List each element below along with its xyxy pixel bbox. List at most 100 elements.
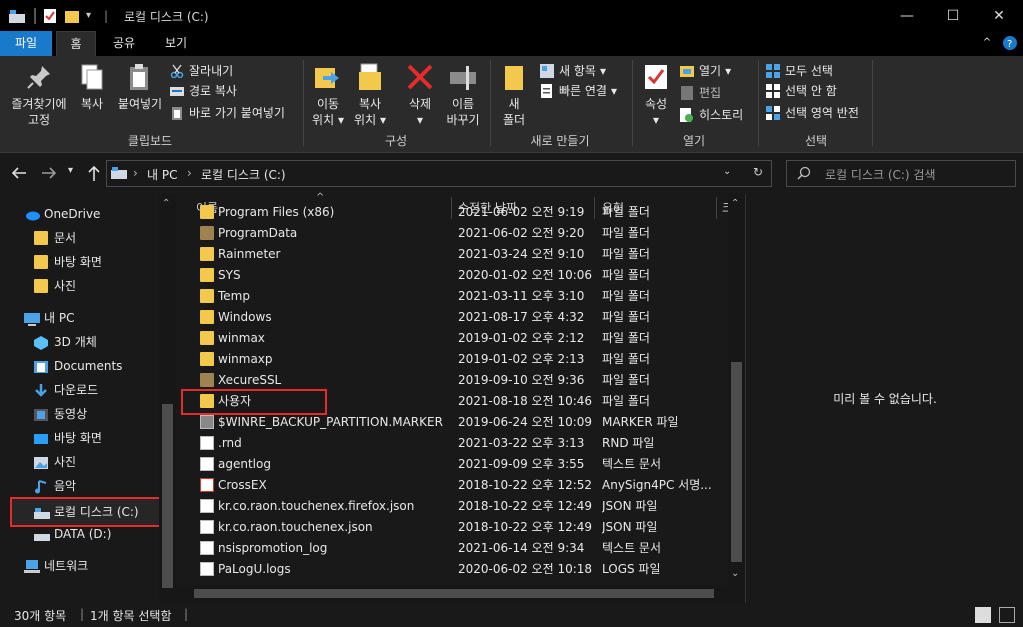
easy-access-button[interactable]: 빠른 연결 ▾: [540, 82, 617, 100]
hscrollbar-thumb[interactable]: [194, 589, 714, 598]
folder-icon: [34, 279, 48, 293]
search-box[interactable]: 로컬 디스크 (C:) 검색: [786, 160, 1016, 187]
address-history-icon[interactable]: ⌄: [723, 166, 731, 177]
forward-arrow-icon[interactable]: [40, 165, 58, 184]
nav-item-network[interactable]: 네트워크: [24, 555, 88, 577]
nav-scrollbar-thumb[interactable]: [162, 404, 173, 588]
table-row[interactable]: kr.co.raon.touchenex.firefox.json 2018-10…: [180, 496, 727, 517]
table-row[interactable]: XecureSSL 2019-09-10 오전 9:36 파일 폴더: [180, 370, 727, 391]
file-date: 2021-06-02 오전 9:20: [458, 226, 585, 240]
new-folder-button[interactable]: 새 폴더: [496, 62, 532, 128]
refresh-icon[interactable]: ↻: [753, 165, 763, 179]
up-arrow-icon[interactable]: [86, 164, 102, 185]
nav-item-onedrive[interactable]: OneDrive: [24, 203, 100, 225]
table-row[interactable]: PaLogU.logs 2020-06-02 오전 10:18 LOGS 파일: [180, 559, 727, 580]
table-row[interactable]: winmaxp 2019-01-02 오후 2:13 파일 폴더: [180, 349, 727, 370]
select-all-button[interactable]: 모두 선택: [766, 62, 833, 80]
properties-quick-icon[interactable]: [42, 8, 58, 24]
breadcrumb-local-disk[interactable]: 로컬 디스크 (C:): [201, 166, 286, 183]
rename-button[interactable]: 이름 바꾸기: [442, 62, 484, 128]
nav-item-data-d[interactable]: DATA (D:): [34, 523, 111, 545]
table-row[interactable]: agentlog 2021-09-09 오후 3:55 텍스트 문서: [180, 454, 727, 475]
table-row[interactable]: Windows 2021-08-17 오후 4:32 파일 폴더: [180, 307, 727, 328]
file-scrollbar-thumb[interactable]: [731, 362, 742, 562]
paste-button[interactable]: 붙여넣기: [114, 62, 166, 112]
table-row[interactable]: $WINRE_BACKUP_PARTITION.MARKER 2019-06-24…: [180, 412, 727, 433]
scroll-up-icon[interactable]: ⌃: [731, 198, 739, 209]
breadcrumb-this-pc[interactable]: 내 PC: [147, 166, 177, 183]
table-row[interactable]: Program Files (x86) 2021-06-02 오전 9:19 파일 …: [180, 202, 727, 223]
file-type: 파일 폴더: [602, 268, 650, 282]
nav-item-pictures-onedrive[interactable]: 사진: [34, 275, 76, 297]
invert-selection-button[interactable]: 선택 영역 반전: [766, 104, 859, 122]
file-list-scrollbar[interactable]: ⌃ ⌄: [728, 194, 745, 585]
file-list-hscrollbar[interactable]: [176, 585, 745, 603]
table-row[interactable]: CrossEX 2018-10-22 오후 12:52 AnySign4PC 서명.…: [180, 475, 727, 496]
folder-icon: [200, 247, 214, 261]
history-button[interactable]: 히스토리: [680, 106, 743, 124]
nav-item-documents[interactable]: Documents: [34, 355, 122, 377]
open-button[interactable]: 열기 ▾: [680, 62, 731, 80]
file-type: LOGS 파일: [602, 562, 661, 576]
table-row[interactable]: nsispromotion_log 2021-06-14 오전 9:34 텍스트 문…: [180, 538, 727, 559]
delete-button[interactable]: 삭제 ▾: [400, 62, 440, 128]
table-row[interactable]: .rnd 2021-03-22 오후 3:13 RND 파일: [180, 433, 727, 454]
new-folder-quick-icon[interactable]: [64, 8, 80, 24]
nav-item-videos[interactable]: 동영상: [34, 403, 87, 425]
maximize-button[interactable]: ☐: [930, 0, 976, 31]
table-row[interactable]: ProgramData 2021-06-02 오전 9:20 파일 폴더: [180, 223, 727, 244]
file-date: 2019-06-24 오전 10:09: [458, 415, 593, 429]
file-name: XecureSSL: [218, 373, 282, 387]
copy-to-button[interactable]: 복사 위치 ▾: [350, 62, 390, 128]
help-icon[interactable]: ?: [1002, 31, 1018, 56]
collapse-ribbon-icon[interactable]: ^: [978, 31, 996, 56]
edit-button[interactable]: 편집: [680, 84, 721, 102]
table-row[interactable]: Rainmeter 2021-03-24 오전 9:10 파일 폴더: [180, 244, 727, 265]
file-name: .rnd: [218, 436, 242, 450]
properties-button[interactable]: 속성 ▾: [638, 62, 674, 128]
tab-share[interactable]: 공유: [104, 31, 144, 56]
minimize-button[interactable]: —: [884, 0, 930, 31]
close-button[interactable]: ✕: [976, 0, 1022, 31]
table-row[interactable]: kr.co.raon.touchenex.json 2018-10-22 오후 1…: [180, 517, 727, 538]
nav-item-pictures[interactable]: 사진: [34, 451, 76, 473]
scroll-up-icon[interactable]: ⌃: [162, 198, 170, 209]
table-row[interactable]: SYS 2020-01-02 오전 10:06 파일 폴더: [180, 265, 727, 286]
recent-locations-icon[interactable]: ▾: [68, 165, 73, 176]
nav-item-documents-onedrive[interactable]: 문서: [34, 227, 76, 249]
select-none-button[interactable]: 선택 안 함: [766, 82, 837, 100]
copy-button[interactable]: 복사: [74, 62, 110, 112]
table-row[interactable]: Temp 2021-03-11 오후 3:10 파일 폴더: [180, 286, 727, 307]
search-input[interactable]: 로컬 디스크 (C:) 검색: [825, 166, 936, 183]
nav-pane-scrollbar[interactable]: ⌃: [159, 194, 176, 603]
nav-item-downloads[interactable]: 다운로드: [34, 379, 98, 401]
nav-item-local-disk-c[interactable]: 로컬 디스크 (C:): [10, 497, 165, 527]
scroll-down-icon[interactable]: ⌄: [731, 568, 739, 579]
paste-shortcut-button[interactable]: 바로 가기 붙여넣기: [170, 104, 285, 122]
nav-item-music[interactable]: 음악: [34, 475, 76, 497]
pin-quick-access-button[interactable]: 즐겨찾기에 고정: [4, 62, 74, 128]
folder-icon: [200, 289, 214, 303]
nav-item-3d-objects[interactable]: 3D 개체: [34, 331, 97, 353]
file-date: 2020-01-02 오전 10:06: [458, 268, 593, 282]
file-icon: [200, 457, 214, 471]
customize-quick-access-icon[interactable]: ▾: [86, 8, 96, 24]
address-bar[interactable]: › 내 PC › 로컬 디스크 (C:) ⌄ ↻: [106, 160, 772, 187]
cut-button[interactable]: 잘라내기: [170, 62, 233, 80]
edit-icon: [680, 86, 694, 100]
back-arrow-icon[interactable]: [10, 165, 28, 184]
nav-item-this-pc[interactable]: 내 PC: [24, 307, 74, 329]
tab-view[interactable]: 보기: [156, 31, 196, 56]
tab-file[interactable]: 파일: [0, 31, 52, 56]
details-view-icon[interactable]: [975, 607, 991, 623]
new-item-button[interactable]: 새 항목 ▾: [540, 62, 606, 80]
tab-home[interactable]: 홈: [56, 31, 96, 56]
copy-path-button[interactable]: 경로 복사: [170, 82, 237, 100]
move-to-button[interactable]: 이동 위치 ▾: [308, 62, 348, 128]
large-icons-view-icon[interactable]: [999, 607, 1015, 623]
table-row[interactable]: winmax 2019-01-02 오후 2:12 파일 폴더: [180, 328, 727, 349]
nav-item-desktop-onedrive[interactable]: 바탕 화면: [34, 251, 102, 273]
nav-item-desktop[interactable]: 바탕 화면: [34, 427, 102, 449]
file-date: 2019-01-02 오후 2:12: [458, 331, 585, 345]
file-date: 2020-06-02 오전 10:18: [458, 562, 593, 576]
